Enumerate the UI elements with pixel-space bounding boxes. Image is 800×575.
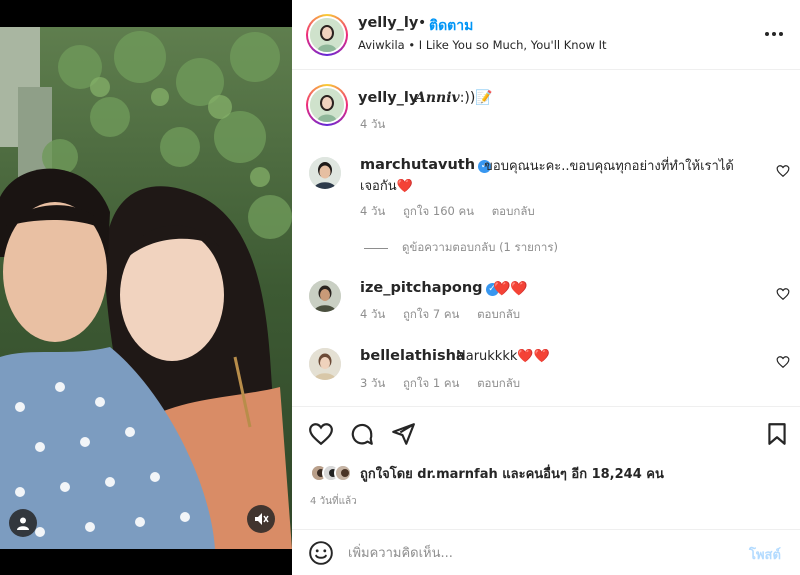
post-header: yelly_ly • ติดตาม Aviwkila • I Like You …: [292, 0, 800, 70]
post-media[interactable]: [0, 0, 292, 575]
comment-username-text: ize_pitchapong: [360, 280, 483, 296]
comment-avatar[interactable]: [309, 157, 341, 189]
tagged-user-button[interactable]: [9, 509, 37, 537]
view-replies-label: ดูข้อความตอบกลับ (1 รายการ): [402, 240, 558, 254]
divider-line: [364, 247, 388, 249]
more-options-button[interactable]: [762, 22, 786, 46]
couple-photo: [0, 27, 292, 549]
separator-dot: •: [418, 15, 427, 31]
comment-input[interactable]: [348, 542, 728, 564]
comment-meta: 4 วัน ถูกใจ 160 คน ตอบกลับ: [360, 203, 549, 221]
mute-button[interactable]: [247, 505, 275, 533]
comment-avatar[interactable]: [309, 280, 341, 312]
heart-icon[interactable]: [776, 355, 790, 369]
likes-text: ถูกใจโดย dr.marnfah และคนอื่นๆ อีก 18,24…: [360, 466, 664, 482]
comment-text: ขอบคุณนะคะ..ขอบคุณทุกอย่างที่ทำให้เราได้…: [360, 159, 734, 194]
reply-button[interactable]: ตอบกลับ: [477, 307, 520, 321]
bookmark-icon[interactable]: [764, 421, 790, 447]
follow-button[interactable]: ติดตาม: [429, 15, 473, 37]
audio-track-link[interactable]: Aviwkila • I Like You so Much, You'll Kn…: [358, 38, 607, 52]
avatar-image: [310, 18, 344, 52]
add-comment-bar: โพสต์: [292, 529, 800, 575]
reply-button[interactable]: ตอบกลับ: [477, 376, 520, 390]
comment-likes[interactable]: ถูกใจ 1 คน: [403, 376, 459, 390]
heart-icon[interactable]: [776, 287, 790, 301]
comment-time: 3 วัน: [360, 376, 386, 390]
comment-likes[interactable]: ถูกใจ 160 คน: [403, 204, 474, 218]
author-avatar[interactable]: [306, 14, 348, 56]
comment-username[interactable]: bellelathisha: [360, 348, 466, 364]
avatar-image: [310, 88, 344, 122]
liker-avatar: [334, 464, 352, 482]
caption-tail-text: :))📝: [459, 90, 493, 106]
comment-time: 4 วัน: [360, 307, 386, 321]
post-details-panel: yelly_ly • ติดตาม Aviwkila • I Like You …: [292, 0, 800, 575]
comment-time: 4 วัน: [360, 204, 386, 218]
comment-avatar[interactable]: [309, 348, 341, 380]
avatar-image: [336, 466, 350, 480]
comment-text: ❤️❤️: [493, 281, 528, 297]
emoji-icon[interactable]: [308, 540, 334, 566]
speaker-muted-icon: [255, 513, 269, 525]
comment-username[interactable]: ize_pitchapong ✓: [360, 280, 499, 296]
more-horizontal-icon: [765, 32, 783, 36]
comment-icon[interactable]: [349, 421, 375, 447]
view-replies-button[interactable]: ดูข้อความตอบกลับ (1 รายการ): [364, 239, 558, 257]
avatar-image: [309, 157, 341, 189]
author-username[interactable]: yelly_ly: [358, 15, 418, 31]
caption-script-text: Anniv: [415, 90, 460, 106]
reply-button[interactable]: ตอบกลับ: [492, 204, 535, 218]
caption-avatar[interactable]: [306, 84, 348, 126]
post-photo[interactable]: [0, 27, 292, 549]
post-actions-bar: [292, 406, 800, 462]
avatar-image: [309, 280, 341, 312]
comment-text: Narukkkk❤️❤️: [456, 349, 550, 364]
caption-username[interactable]: yelly_ly: [358, 90, 418, 106]
send-icon[interactable]: [390, 421, 416, 447]
post-timestamp: 4 วันที่แล้ว: [310, 496, 357, 507]
comment-meta: 4 วัน ถูกใจ 7 คน ตอบกลับ: [360, 306, 534, 324]
user-icon: [17, 517, 29, 530]
post-comment-button[interactable]: โพสต์: [749, 544, 781, 565]
heart-icon[interactable]: [776, 164, 790, 178]
avatar-image: [309, 348, 341, 380]
likes-summary[interactable]: ถูกใจโดย dr.marnfah และคนอื่นๆ อีก 18,24…: [310, 462, 664, 484]
caption-time: 4 วัน: [360, 117, 386, 131]
comment-likes[interactable]: ถูกใจ 7 คน: [403, 307, 459, 321]
heart-icon[interactable]: [308, 421, 334, 447]
comment-meta: 3 วัน ถูกใจ 1 คน ตอบกลับ: [360, 375, 534, 393]
caption-text: Anniv:))📝: [415, 90, 493, 106]
